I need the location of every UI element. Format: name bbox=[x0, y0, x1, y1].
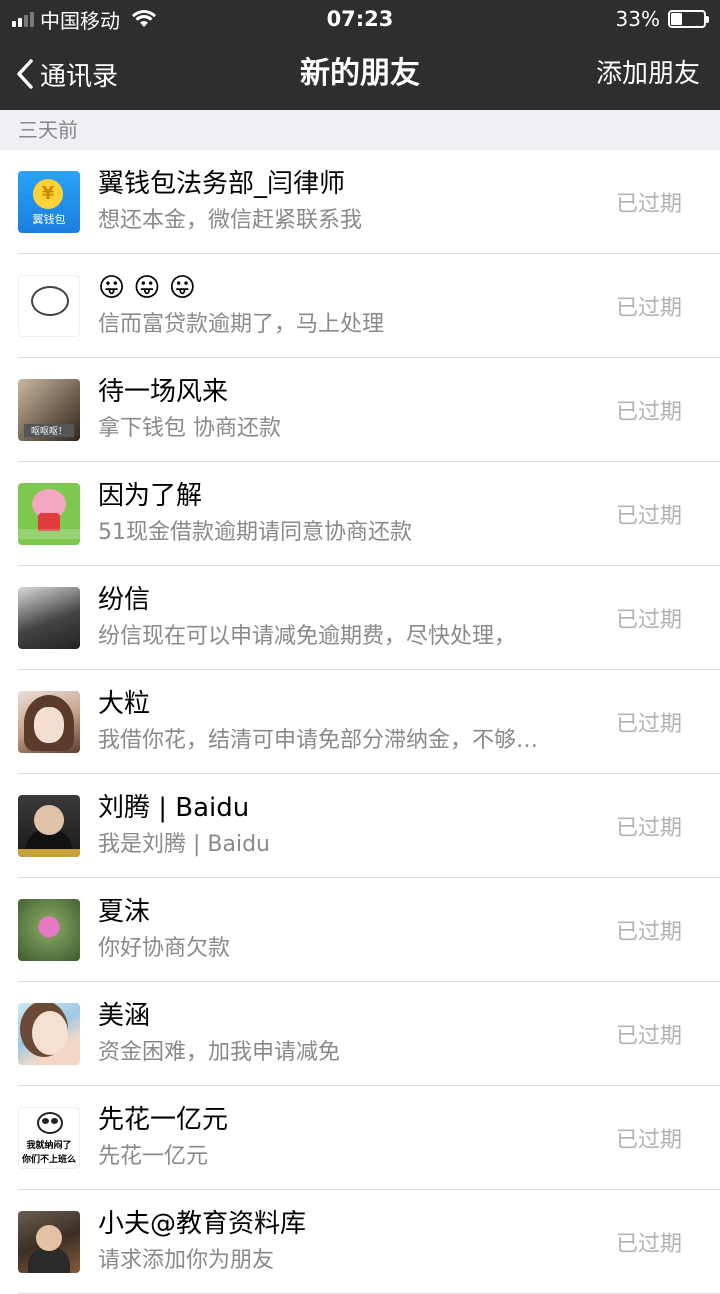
expired-status: 已过期 bbox=[615, 296, 682, 321]
panda-meme-avatar: 我就纳闷了你们不上班么 bbox=[18, 1107, 80, 1169]
expired-status: 已过期 bbox=[615, 192, 682, 217]
contact-name: 夏沫 bbox=[98, 897, 151, 927]
battery-level bbox=[671, 13, 682, 25]
man-photo-avatar bbox=[18, 1211, 80, 1273]
back-label: 通讯录 bbox=[40, 61, 119, 92]
friend-request-row[interactable]: 呕呕呕！ 待一场风来 拿下钱包 协商还款 已过期 bbox=[0, 358, 720, 462]
sketch-avatar bbox=[18, 275, 80, 337]
request-text: 翼钱包法务部_闫律师想还本金，微信赶紧联系我 bbox=[98, 167, 598, 237]
wallet-logo-text: 翼钱包 bbox=[32, 213, 66, 226]
expired-status: 已过期 bbox=[615, 712, 682, 737]
contact-name: 😛 😛 😛 bbox=[98, 273, 196, 303]
expired-status: 已过期 bbox=[615, 400, 682, 425]
status-right: 33% bbox=[615, 0, 709, 38]
request-message: 你好协商欠款 bbox=[98, 936, 231, 961]
navigation-bar: 通讯录 新的朋友 添加朋友 bbox=[0, 38, 720, 110]
contact-name: 先花一亿元 bbox=[98, 1105, 229, 1135]
request-message: 先花一亿元 bbox=[98, 1144, 209, 1169]
person-avatar bbox=[18, 587, 80, 649]
battery-icon bbox=[668, 10, 709, 28]
girl-avatar bbox=[18, 691, 80, 753]
request-message: 资金困难，加我申请减免 bbox=[98, 1040, 341, 1065]
request-text: 待一场风来拿下钱包 协商还款 bbox=[98, 375, 598, 445]
add-friend-button[interactable]: 添加朋友 bbox=[596, 38, 700, 110]
friend-request-row[interactable]: 美涵 资金困难，加我申请减免 已过期 bbox=[0, 982, 720, 1086]
meme-text-1: 我就纳闷了 bbox=[26, 1141, 72, 1151]
expired-status: 已过期 bbox=[615, 816, 682, 841]
expired-status: 已过期 bbox=[615, 608, 682, 633]
yuan-coin-icon: ¥ bbox=[33, 179, 63, 209]
cat-avatar: 呕呕呕！ bbox=[18, 379, 80, 441]
expired-status: 已过期 bbox=[615, 1024, 682, 1049]
request-message: 拿下钱包 协商还款 bbox=[98, 416, 281, 441]
cat-caption: 呕呕呕！ bbox=[24, 424, 74, 437]
clock: 07:23 bbox=[326, 7, 394, 31]
status-bar: 中国移动 07:23 33% bbox=[0, 0, 720, 38]
contact-name: 待一场风来 bbox=[98, 377, 229, 407]
request-message: 信而富贷款逾期了，马上处理 bbox=[98, 312, 385, 337]
request-text: 夏沫 你好协商欠款 bbox=[98, 895, 598, 965]
friend-request-row[interactable]: 纷信纷信现在可以申请减免逾期费，尽快处理， 已过期 bbox=[0, 566, 720, 670]
friend-request-row[interactable]: 我就纳闷了 你们不上班么 先花一亿元 先花一亿元 已过期 bbox=[0, 1086, 720, 1190]
request-text: 😛 😛 😛 信而富贷款逾期了，马上处理 bbox=[98, 271, 598, 341]
wallet-avatar: ¥ 翼钱包 bbox=[18, 171, 80, 233]
request-text: 先花一亿元 先花一亿元 bbox=[98, 1103, 598, 1173]
friend-request-row[interactable]: 😛 😛 😛 信而富贷款逾期了，马上处理 已过期 bbox=[0, 254, 720, 358]
flower-avatar bbox=[18, 899, 80, 961]
man-avatar bbox=[18, 795, 80, 857]
request-message: 请求添加你为朋友 bbox=[98, 1248, 275, 1273]
contact-name: 因为了解 bbox=[98, 481, 203, 511]
expired-status: 已过期 bbox=[615, 920, 682, 945]
request-message: 我是刘腾 | Baidu bbox=[98, 832, 270, 857]
friend-request-list: ¥ 翼钱包 翼钱包法务部_闫律师 想还本金，微信赶紧联系我 已过期 😛 😛 😛 信而富贷款逾… bbox=[0, 150, 720, 1294]
friend-request-row[interactable]: ¥ 翼钱包 翼钱包法务部_闫律师 想还本金，微信赶紧联系我 已过期 bbox=[0, 150, 720, 254]
selfie-avatar bbox=[18, 1003, 80, 1065]
section-header: 三天前 bbox=[0, 110, 720, 150]
contact-name: 刘腾 | Baidu bbox=[98, 793, 250, 823]
request-message: 纷信现在可以申请减免逾期费，尽快处理， bbox=[98, 624, 517, 649]
request-message: 51现金借款逾期请同意协商还款 bbox=[98, 520, 412, 545]
expired-status: 已过期 bbox=[615, 504, 682, 529]
contact-name: 大粒 bbox=[98, 689, 151, 719]
friend-request-row[interactable]: 夏沫 你好协商欠款 已过期 bbox=[0, 878, 720, 982]
chevron-left-icon bbox=[17, 59, 33, 89]
battery-percent: 33% bbox=[615, 7, 660, 31]
contact-name: 纷信 bbox=[98, 585, 151, 615]
friend-request-row[interactable]: 刘腾 | Baidu 我是刘腾 | Baidu 已过期 bbox=[0, 774, 720, 878]
back-button[interactable]: 通讯录 bbox=[16, 38, 118, 110]
expired-status: 已过期 bbox=[615, 1232, 682, 1257]
expired-status: 已过期 bbox=[615, 1128, 682, 1153]
friend-request-row[interactable]: 大粒我借你花，结清可申请免部分滞纳金，不够… 已过期 bbox=[0, 670, 720, 774]
meme-text-2: 你们不上班么 bbox=[21, 1155, 76, 1165]
request-text: 纷信纷信现在可以申请减免逾期费，尽快处理， bbox=[98, 583, 598, 653]
request-text: 刘腾 | Baidu 我是刘腾 | Baidu bbox=[98, 791, 598, 861]
request-text: 美涵资金困难，加我申请减免 bbox=[98, 999, 598, 1069]
contact-name: 美涵 bbox=[98, 1001, 151, 1031]
request-text: 小夫@教育资料库请求添加你为朋友 bbox=[98, 1207, 598, 1277]
contact-name: 小夫@教育资料库 bbox=[98, 1209, 307, 1239]
friend-request-row[interactable]: 小夫@教育资料库 请求添加你为朋友 已过期 bbox=[0, 1190, 720, 1294]
request-message: 想还本金，微信赶紧联系我 bbox=[98, 208, 363, 233]
request-text: 因为了解 51现金借款逾期请同意协商还款 bbox=[98, 479, 598, 549]
request-text: 大粒我借你花，结清可申请免部分滞纳金，不够… bbox=[98, 687, 598, 757]
request-message: 我借你花，结清可申请免部分滞纳金，不够… bbox=[98, 728, 539, 753]
friend-request-row[interactable]: 因为了解 51现金借款逾期请同意协商还款 已过期 bbox=[0, 462, 720, 566]
contact-name: 翼钱包法务部_闫律师 bbox=[98, 169, 346, 199]
peppa-avatar bbox=[18, 483, 80, 545]
